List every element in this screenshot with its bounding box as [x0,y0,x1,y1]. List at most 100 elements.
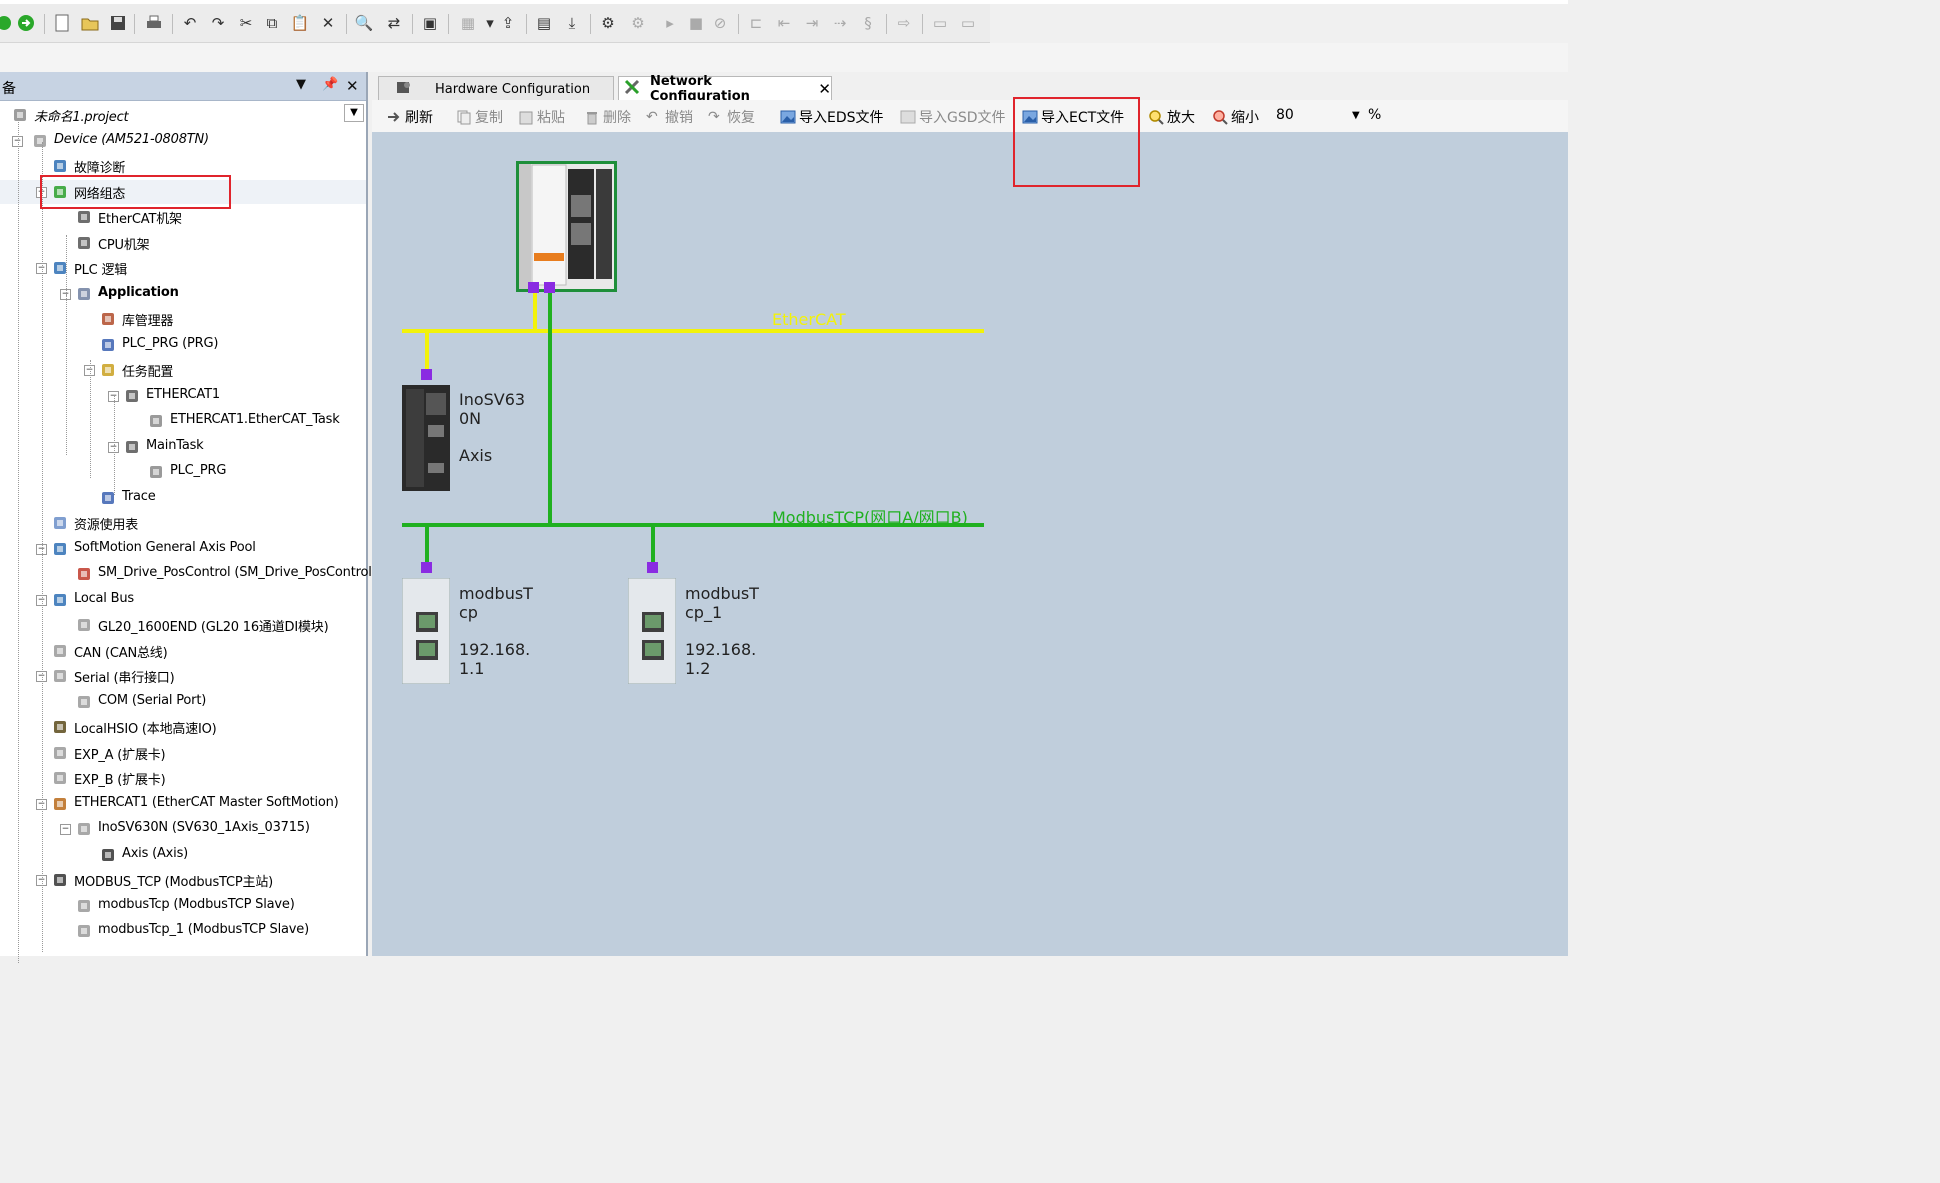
chevron-down-icon: ▼ [1352,109,1360,121]
tree-item-label: GL20_1600END (GL20 16通道DI模块) [98,620,329,635]
logout-icon[interactable]: ⚙ [628,13,648,33]
tree-item-label: 未命名1.project [34,110,129,125]
tree-item-local-bus[interactable]: − Local Bus [0,588,366,612]
collapse-icon[interactable]: − [60,824,71,835]
tree-item-plc-prg[interactable]: PLC_PRG (PRG) [0,333,366,357]
tree-item-gl20[interactable]: GL20_1600END (GL20 16通道DI模块) [0,613,366,637]
close-tab-icon[interactable]: ✕ [818,80,831,98]
tree-item-maintask-plc-prg[interactable]: PLC_PRG [0,460,366,484]
back-icon[interactable] [0,13,14,33]
replace-icon[interactable]: ⇄ [384,13,404,33]
stop-icon[interactable]: ■ [686,13,706,33]
delete-icon[interactable]: ✕ [318,13,338,33]
run-icon[interactable]: ▸ [660,13,680,33]
tree-item-ethercat-task-call[interactable]: ETHERCAT1.EtherCAT_Task [0,409,366,433]
zoom-in-button[interactable]: 放大 [1148,107,1195,127]
download-icon[interactable]: ⤓ [562,13,582,33]
pin-icon[interactable]: 📌 [322,77,338,92]
module-icon [52,643,68,659]
tree-item-exp-b[interactable]: EXP_B (扩展卡) [0,766,366,790]
window-icon[interactable]: ▣ [420,13,440,33]
tree-item-label: MODBUS_TCP (ModbusTCP主站) [74,875,273,890]
panel-menu-icon[interactable]: ▼ [296,77,306,92]
delete-button[interactable]: 删除 [584,107,631,127]
paste-icon[interactable]: 📋 [290,13,310,33]
build-icon[interactable]: ▤ [534,13,554,33]
login-icon[interactable]: ⚙ [598,13,618,33]
tree-item-trace[interactable]: Trace [0,486,366,510]
tree-item-device[interactable]: − Device (AM521-0808TN) [0,129,366,153]
screen-icon[interactable]: ▭ [958,13,978,33]
tree-item-modbus-slave[interactable]: modbusTcp (ModbusTCP Slave) [0,894,366,918]
undo-icon[interactable]: ↶ [180,13,200,33]
plc-device[interactable] [516,161,617,293]
write-value-icon[interactable]: § [858,13,878,33]
modbus-slave-device[interactable] [401,577,451,685]
tree-item-localhsio[interactable]: LocalHSIO (本地高速IO) [0,715,366,739]
tree-item-maintask[interactable]: − MainTask [0,435,366,459]
tree-item-resource-usage[interactable]: 资源使用表 [0,511,366,535]
tab-hardware-configuration[interactable]: Hardware Configuration [378,76,614,101]
dropdown-icon[interactable]: ▾ [480,13,500,33]
import-eds-button[interactable]: 导入EDS文件 [780,107,884,127]
tree-item-task-config[interactable]: − 任务配置 [0,358,366,382]
open-folder-icon[interactable] [80,13,100,33]
copy-icon[interactable]: ⧉ [262,13,282,33]
program-icon [100,337,116,353]
tab-network-configuration[interactable]: Network Configuration ✕ [618,74,832,104]
tree-item-modbus-tcp[interactable]: − MODBUS_TCP (ModbusTCP主站) [0,868,366,892]
paste-button[interactable]: 粘贴 [518,107,565,127]
tree-item-cpu-rack[interactable]: CPU机架 [0,231,366,255]
tree-item-exp-a[interactable]: EXP_A (扩展卡) [0,741,366,765]
tree-item-sm-drive[interactable]: SM_Drive_PosControl (SM_Drive_PosControl… [0,562,377,586]
find-icon[interactable]: 🔍 [354,13,374,33]
tree-item-inosv630n[interactable]: − InoSV630N (SV630_1Axis_03715) [0,817,366,841]
modbus-slave-device[interactable] [627,577,677,685]
tree-item-axis[interactable]: Axis (Axis) [0,843,366,867]
slave1-name: modbusT cp [459,584,533,622]
tree-item-plc-logic[interactable]: − PLC 逻辑 [0,256,366,280]
tree-item-label: 资源使用表 [74,518,139,533]
tree-item-can[interactable]: CAN (CAN总线) [0,639,366,663]
tree-item-ethercat1-task[interactable]: − ETHERCAT1 [0,384,366,408]
reset-icon[interactable]: ⊘ [710,13,730,33]
module-icon [76,617,92,633]
step-into-icon[interactable]: ⇥ [802,13,822,33]
tree-item-serial[interactable]: − Serial (串行接口) [0,664,366,688]
monitor-icon[interactable]: ▭ [930,13,950,33]
step-over-icon[interactable]: ⇤ [774,13,794,33]
arrow-icon[interactable]: ⇨ [894,13,914,33]
zoom-out-button[interactable]: 缩小 [1212,107,1259,127]
redo-icon[interactable]: ↷ [208,13,228,33]
tree-item-application[interactable]: − Application [0,282,366,306]
tree-item-label: ETHERCAT1 (EtherCAT Master SoftMotion) [74,795,339,810]
tree-item-axis-pool[interactable]: − SoftMotion General Axis Pool [0,537,366,561]
print-icon[interactable] [144,13,164,33]
drive-icon [76,566,92,582]
tree-item-ethercat-master[interactable]: − ETHERCAT1 (EtherCAT Master SoftMotion) [0,792,366,816]
new-file-icon[interactable] [52,13,72,33]
import-gsd-button[interactable]: 导入GSD文件 [900,107,1006,127]
redo-button[interactable]: ↷ 恢复 [708,107,755,127]
zoom-select[interactable]: 80 ▼ [1276,107,1364,123]
step-out-icon[interactable]: ⇢ [830,13,850,33]
tree-dropdown-icon[interactable]: ▼ [344,104,364,122]
servo-device[interactable] [402,385,450,491]
tree-item-project[interactable]: 未命名1.project [0,103,366,127]
cut-icon[interactable]: ✂ [236,13,256,33]
save-icon[interactable] [108,13,128,33]
tree-item-com[interactable]: COM (Serial Port) [0,690,366,714]
tree-item-modbus-slave-1[interactable]: modbusTcp_1 (ModbusTCP Slave) [0,919,366,943]
copy-button[interactable]: 复制 [456,107,503,127]
breakpoint-icon[interactable]: ⊏ [746,13,766,33]
close-panel-icon[interactable]: ✕ [346,77,359,95]
undo-button[interactable]: ↶ 撤销 [646,107,693,127]
network-canvas[interactable]: EtherCAT ModbusTCP(网口A/网口B) InoSV63 0N A… [372,132,1568,956]
grid-icon[interactable]: ▦ [458,13,478,33]
export-icon[interactable]: ⇪ [498,13,518,33]
refresh-button[interactable]: 刷新 [386,107,433,127]
tree-item-label: MainTask [146,438,204,453]
tree-item-library-manager[interactable]: 库管理器 [0,307,366,331]
forward-icon[interactable] [16,13,36,33]
main-toolbar: ↶ ↷ ✂ ⧉ 📋 ✕ 🔍 ⇄ ▣ ▦ ▾ ⇪ ▤ ⤓ ⚙ ⚙ ▸ ■ ⊘ ⊏ … [0,4,990,43]
